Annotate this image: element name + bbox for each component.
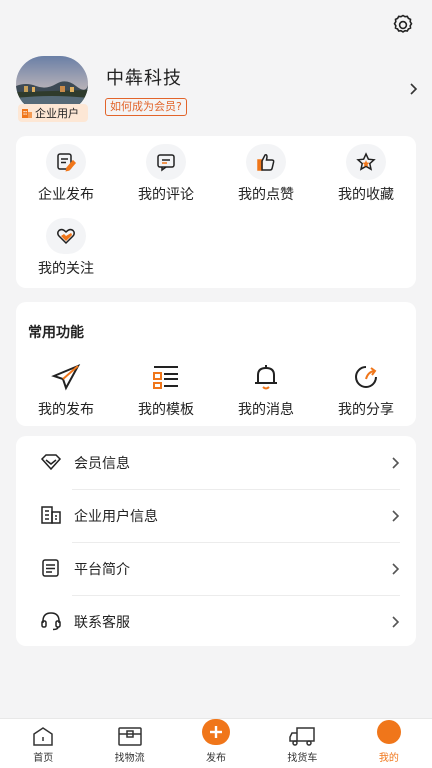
paper-plane-icon bbox=[51, 363, 81, 391]
quick-actions-card: 企业发布 我的评论 我的点赞 我的收藏 我的关注 bbox=[16, 136, 416, 288]
action-my-favorites[interactable]: 我的收藏 bbox=[316, 144, 416, 218]
enterprise-badge: 企业用户 bbox=[18, 104, 88, 122]
chevron-right-icon bbox=[392, 616, 400, 628]
func-label: 我的模板 bbox=[138, 402, 194, 418]
comment-icon bbox=[157, 154, 175, 172]
func-my-publish[interactable]: 我的发布 bbox=[16, 360, 116, 419]
share-icon bbox=[355, 366, 377, 388]
gear-icon bbox=[393, 14, 413, 33]
member-info-link[interactable]: 如何成为会员? bbox=[105, 98, 187, 116]
chevron-right-icon bbox=[392, 457, 400, 469]
func-label: 我的分享 bbox=[338, 402, 394, 418]
nav-label: 首页 bbox=[33, 753, 54, 764]
bottom-nav: 首页 找物流 发布 找货车 我的 bbox=[0, 718, 432, 768]
diamond-icon bbox=[40, 454, 62, 471]
chevron-right-icon bbox=[392, 563, 400, 575]
section-title: 常用功能 bbox=[28, 325, 84, 341]
menu-label: 联系客服 bbox=[74, 614, 130, 631]
action-label: 我的关注 bbox=[38, 261, 94, 277]
menu-platform-intro[interactable]: 平台简介 bbox=[16, 542, 416, 595]
star-icon bbox=[356, 152, 376, 171]
profile-icon bbox=[376, 720, 401, 744]
action-label: 我的点赞 bbox=[238, 187, 294, 203]
nav-label: 我的 bbox=[378, 753, 399, 764]
bell-icon bbox=[255, 365, 277, 390]
heart-icon bbox=[57, 228, 75, 245]
chevron-right-icon bbox=[392, 510, 400, 522]
settings-button[interactable] bbox=[390, 12, 416, 38]
menu-label: 会员信息 bbox=[74, 455, 130, 472]
menu-enterprise-info[interactable]: 企业用户信息 bbox=[16, 489, 416, 542]
document-icon bbox=[42, 559, 59, 577]
func-my-shares[interactable]: 我的分享 bbox=[316, 360, 416, 419]
func-label: 我的消息 bbox=[238, 402, 294, 418]
action-label: 企业发布 bbox=[38, 187, 94, 203]
nav-home[interactable]: 首页 bbox=[0, 719, 86, 768]
action-label: 我的评论 bbox=[138, 187, 194, 203]
nav-mine[interactable]: 我的 bbox=[346, 719, 432, 768]
func-my-messages[interactable]: 我的消息 bbox=[216, 360, 316, 419]
action-label: 我的收藏 bbox=[338, 187, 394, 203]
logistics-box-icon bbox=[117, 727, 142, 746]
action-my-comments[interactable]: 我的评论 bbox=[116, 144, 216, 218]
nav-find-truck[interactable]: 找货车 bbox=[259, 719, 345, 768]
chevron-right-icon bbox=[410, 83, 418, 95]
menu-list-card: 会员信息 企业用户信息 平台简介 联系客服 bbox=[16, 436, 416, 646]
common-functions-card: 常用功能 我的发布 我的模板 我的消息 我的分享 bbox=[16, 302, 416, 426]
profile-header[interactable]: 企业用户 中犇科技 如何成为会员? bbox=[16, 56, 418, 124]
badge-label: 企业用户 bbox=[35, 107, 79, 120]
thumbs-up-icon bbox=[257, 154, 275, 171]
func-label: 我的发布 bbox=[38, 402, 94, 418]
plus-icon bbox=[210, 726, 223, 738]
nav-label: 找物流 bbox=[114, 753, 145, 764]
action-my-likes[interactable]: 我的点赞 bbox=[216, 144, 316, 218]
menu-label: 企业用户信息 bbox=[74, 508, 158, 525]
building-badge-icon bbox=[22, 109, 32, 118]
home-icon bbox=[33, 727, 53, 746]
edit-document-icon bbox=[57, 153, 77, 172]
action-enterprise-publish[interactable]: 企业发布 bbox=[16, 144, 116, 218]
nav-find-logistics[interactable]: 找物流 bbox=[86, 719, 172, 768]
nav-label: 发布 bbox=[206, 753, 227, 764]
nav-publish[interactable]: 发布 bbox=[173, 719, 259, 768]
menu-member-info[interactable]: 会员信息 bbox=[16, 436, 416, 489]
nav-label: 找货车 bbox=[287, 753, 318, 764]
headset-icon bbox=[41, 612, 61, 631]
func-my-templates[interactable]: 我的模板 bbox=[116, 360, 216, 419]
menu-customer-service[interactable]: 联系客服 bbox=[16, 595, 416, 648]
truck-icon bbox=[289, 727, 316, 746]
template-icon bbox=[153, 366, 178, 389]
building-icon bbox=[41, 506, 61, 524]
company-name: 中犇科技 bbox=[106, 68, 182, 89]
action-my-follows[interactable]: 我的关注 bbox=[16, 218, 116, 292]
menu-label: 平台简介 bbox=[74, 561, 130, 578]
